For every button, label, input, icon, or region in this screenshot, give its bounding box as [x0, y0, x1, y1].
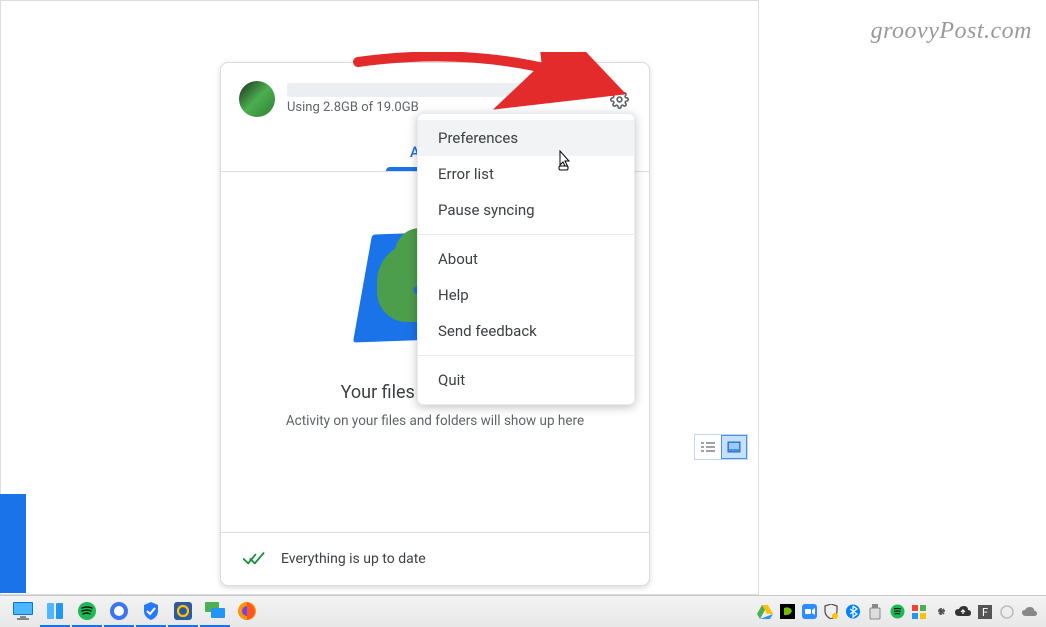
thumbnail-view-icon — [727, 441, 741, 453]
blue-window-edge — [0, 494, 26, 593]
tray-usb[interactable] — [866, 603, 884, 621]
svg-text:F: F — [982, 606, 988, 619]
thumbnail-view-button[interactable] — [721, 435, 747, 459]
nvidia-icon — [780, 604, 795, 619]
tray-spotify[interactable] — [888, 603, 906, 621]
gear-icon — [610, 90, 629, 109]
shield-check-icon — [141, 601, 161, 621]
firefox-icon — [237, 601, 257, 621]
status-subtitle: Activity on your files and folders will … — [241, 413, 629, 429]
footer-status-text: Everything is up to date — [281, 551, 426, 567]
tray-zoom[interactable] — [800, 603, 818, 621]
server-stack-icon — [45, 601, 65, 621]
menu-send-feedback[interactable]: Send feedback — [418, 313, 634, 349]
cloud-up-icon — [955, 606, 971, 618]
tray-slack[interactable] — [932, 603, 950, 621]
tray-bluetooth[interactable] — [844, 603, 862, 621]
menu-help[interactable]: Help — [418, 277, 634, 313]
snagit-icon — [173, 601, 193, 621]
taskbar: F — [0, 595, 1046, 627]
taskbar-snagit[interactable] — [168, 597, 198, 627]
spotify-small-icon — [890, 604, 905, 619]
pointer-cursor — [554, 149, 574, 173]
menu-quit[interactable]: Quit — [418, 362, 634, 398]
usb-drive-icon — [869, 604, 881, 620]
taskbar-spotify[interactable] — [72, 597, 102, 627]
panel-footer: Everything is up to date — [221, 532, 649, 585]
spotify-icon — [77, 601, 97, 621]
taskbar-explorer[interactable] — [8, 597, 38, 627]
tray-security[interactable] — [822, 603, 840, 621]
system-tray: F — [756, 603, 1038, 621]
monitor-icon — [12, 601, 34, 621]
shield-icon — [824, 604, 838, 619]
cloud-icon — [1021, 606, 1038, 618]
account-info: Using 2.8GB of 19.0GB — [287, 83, 595, 115]
list-view-icon — [701, 441, 715, 453]
settings-button[interactable] — [607, 87, 631, 111]
taskbar-remote[interactable] — [200, 597, 230, 627]
tray-onedrive[interactable] — [1020, 603, 1038, 621]
list-view-button[interactable] — [695, 435, 721, 459]
tray-nvidia[interactable] — [778, 603, 796, 621]
menu-preferences[interactable]: Preferences — [418, 120, 634, 156]
menu-separator — [418, 234, 634, 235]
tray-feedly[interactable]: F — [976, 603, 994, 621]
user-avatar[interactable] — [239, 81, 275, 117]
account-name-redacted — [287, 83, 527, 97]
tray-cloud-upload[interactable] — [954, 603, 972, 621]
slack-icon — [934, 604, 949, 619]
circle-icon — [1000, 605, 1014, 619]
signal-icon — [109, 601, 129, 621]
settings-menu: Preferences Error list Pause syncing Abo… — [417, 113, 635, 405]
tray-drive[interactable] — [756, 603, 774, 621]
tray-powertoys[interactable] — [910, 603, 928, 621]
taskbar-firefox[interactable] — [232, 597, 262, 627]
f-square-icon: F — [978, 605, 992, 619]
watermark: groovyPost.com — [871, 18, 1032, 45]
zoom-icon — [802, 604, 817, 619]
color-grid-icon — [912, 605, 926, 619]
taskbar-signal[interactable] — [104, 597, 134, 627]
google-drive-icon — [757, 605, 773, 619]
menu-pause-syncing[interactable]: Pause syncing — [418, 192, 634, 228]
bluetooth-icon — [846, 604, 860, 619]
menu-separator — [418, 355, 634, 356]
remote-display-icon — [204, 601, 226, 621]
taskbar-app-1[interactable] — [40, 597, 70, 627]
double-check-icon — [243, 551, 265, 567]
menu-error-list[interactable]: Error list — [418, 156, 634, 192]
menu-about[interactable]: About — [418, 241, 634, 277]
view-toggle — [694, 434, 748, 460]
taskbar-shield-app[interactable] — [136, 597, 166, 627]
taskbar-left — [8, 597, 262, 627]
tray-blank-circle[interactable] — [998, 603, 1016, 621]
